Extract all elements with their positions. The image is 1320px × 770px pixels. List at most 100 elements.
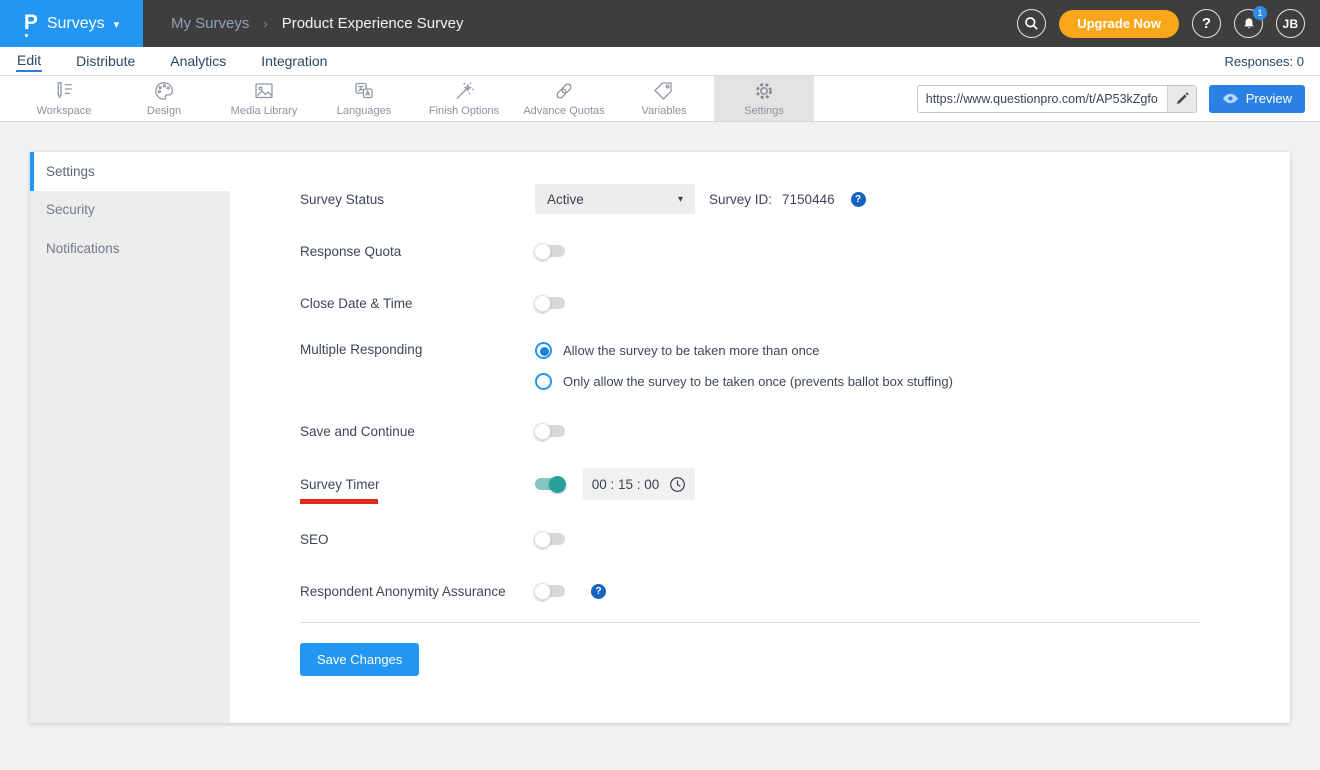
sidebar-item-notifications[interactable]: Notifications <box>30 229 230 268</box>
radio-option-allow-once[interactable]: Only allow the survey to be taken once (… <box>535 373 953 390</box>
save-and-continue-label: Save and Continue <box>300 423 415 439</box>
tab-edit[interactable]: Edit <box>16 50 43 72</box>
response-quota-row: Response Quota <box>300 236 1200 266</box>
toolbar-tab-finish-options[interactable]: Finish Options <box>414 76 514 121</box>
radio-option-label: Only allow the survey to be taken once (… <box>563 374 953 389</box>
survey-id-help-icon[interactable]: ? <box>850 191 866 207</box>
close-date-time-row: Close Date & Time <box>300 288 1200 318</box>
respondent-anonymity-toggle[interactable] <box>534 582 565 600</box>
survey-id-group: Survey ID: 7150446 ? <box>709 191 866 207</box>
radio-option-label: Allow the survey to be taken more than o… <box>563 343 820 358</box>
clock-icon <box>670 476 686 492</box>
response-quota-toggle[interactable] <box>534 242 565 260</box>
toolbar-tab-design[interactable]: Design <box>114 76 214 121</box>
respondent-anonymity-label: Respondent Anonymity Assurance <box>300 583 506 599</box>
tab-analytics[interactable]: Analytics <box>169 51 227 71</box>
toolbar-tab-advance-quotas[interactable]: Advance Quotas <box>514 76 614 121</box>
notification-count-badge: 1 <box>1253 6 1267 20</box>
breadcrumb-separator-icon: › <box>263 16 268 31</box>
toolbar-right: Preview <box>916 76 1305 121</box>
settings-gear-icon <box>756 83 772 99</box>
responses-count: Responses: 0 <box>1224 53 1305 69</box>
toolbar-tab-label: Advance Quotas <box>523 105 605 117</box>
close-date-time-toggle[interactable] <box>534 294 565 312</box>
toolbar-tab-variables[interactable]: Variables <box>614 76 714 121</box>
survey-id-value: 7150446 <box>782 191 835 207</box>
radio-option-allow-multiple[interactable]: Allow the survey to be taken more than o… <box>535 342 953 359</box>
toggle-knob <box>549 475 566 493</box>
toolbar-tab-workspace[interactable]: Workspace <box>14 76 114 121</box>
survey-status-value: Active <box>547 191 584 207</box>
survey-url-input[interactable] <box>917 85 1167 112</box>
chevron-down-icon: ▾ <box>677 193 683 205</box>
survey-timer-toggle[interactable] <box>535 475 566 493</box>
seo-row: SEO <box>300 524 1200 554</box>
chevron-down-icon: ▾ <box>113 19 120 31</box>
help-button[interactable]: ? <box>1192 9 1221 38</box>
survey-timer-label-wrap: Survey Timer <box>300 477 535 504</box>
seo-label: SEO <box>300 531 329 547</box>
toggle-knob <box>534 530 551 548</box>
survey-timer-duration-field[interactable]: 00 : 15 : 00 <box>583 468 695 500</box>
preview-button-label: Preview <box>1245 91 1292 106</box>
save-and-continue-toggle[interactable] <box>534 422 565 440</box>
response-quota-label: Response Quota <box>300 243 402 259</box>
media-library-icon <box>255 83 273 99</box>
sidebar-item-settings[interactable]: Settings <box>30 152 230 191</box>
top-header: P Surveys ▾ My Surveys › Product Experie… <box>0 0 1320 47</box>
edit-toolbar: Workspace Design Media Library Languages… <box>0 76 1320 122</box>
respondent-anonymity-help-icon[interactable]: ? <box>591 583 606 599</box>
product-menu-label: Surveys <box>46 14 105 32</box>
search-button[interactable] <box>1017 9 1047 38</box>
toolbar-tab-label: Media Library <box>230 105 298 117</box>
user-avatar[interactable]: JB <box>1276 9 1305 38</box>
toggle-knob <box>534 422 551 440</box>
page: P Surveys ▾ My Surveys › Product Experie… <box>0 0 1320 770</box>
survey-status-row: Survey Status Active ▾ Survey ID: 715044… <box>300 184 1200 214</box>
toolbar-tab-label: Workspace <box>36 105 92 117</box>
settings-card: Settings Security Notifications Survey S… <box>30 152 1290 723</box>
radio-selected-icon <box>535 342 552 359</box>
multiple-responding-options: Allow the survey to be taken more than o… <box>535 340 953 390</box>
questionpro-logo-icon: P <box>23 10 38 37</box>
breadcrumb-my-surveys[interactable]: My Surveys <box>171 15 249 32</box>
pencil-icon <box>1176 91 1189 104</box>
survey-id-label: Survey ID: <box>709 191 773 207</box>
toggle-knob <box>534 294 551 312</box>
respondent-anonymity-row: Respondent Anonymity Assurance ? <box>300 576 1200 606</box>
multiple-responding-row: Multiple Responding Allow the survey to … <box>300 340 1200 390</box>
tab-distribute[interactable]: Distribute <box>75 51 136 71</box>
upgrade-now-button[interactable]: Upgrade Now <box>1059 9 1179 38</box>
close-date-time-label: Close Date & Time <box>300 295 413 311</box>
question-mark-icon: ? <box>1201 15 1212 32</box>
preview-button[interactable]: Preview <box>1208 84 1305 113</box>
toolbar-tab-media-library[interactable]: Media Library <box>214 76 314 121</box>
eye-icon <box>1222 93 1238 104</box>
workspace-icon <box>57 82 72 99</box>
toolbar-tab-label: Settings <box>744 105 784 117</box>
tab-integration[interactable]: Integration <box>260 51 328 71</box>
save-changes-button[interactable]: Save Changes <box>300 643 420 676</box>
breadcrumb: My Surveys › Product Experience Survey <box>171 15 463 32</box>
toolbar-tab-languages[interactable]: Languages <box>314 76 414 121</box>
search-icon <box>1025 17 1039 30</box>
toolbar-tab-settings[interactable]: Settings <box>714 76 814 121</box>
design-palette-icon <box>155 82 174 100</box>
toggle-knob <box>534 582 551 600</box>
advance-quotas-link-icon <box>556 83 572 99</box>
survey-nav-tabs: Edit Distribute Analytics Integration Re… <box>0 47 1320 76</box>
settings-sidebar: Settings Security Notifications <box>30 152 230 723</box>
edit-url-button[interactable] <box>1166 85 1196 112</box>
languages-icon <box>355 82 373 99</box>
variables-tag-icon <box>654 82 672 100</box>
notifications-button[interactable]: 1 <box>1234 6 1267 38</box>
header-actions: Upgrade Now ? 1 JB <box>1017 6 1305 38</box>
toolbar-tab-label: Design <box>146 105 182 117</box>
save-and-continue-row: Save and Continue <box>300 416 1200 446</box>
product-menu[interactable]: P Surveys ▾ <box>0 0 143 47</box>
settings-content: Survey Status Active ▾ Survey ID: 715044… <box>230 152 1290 723</box>
sidebar-item-security[interactable]: Security <box>30 191 230 230</box>
survey-status-dropdown[interactable]: Active ▾ <box>535 184 695 214</box>
toggle-knob <box>534 242 551 260</box>
seo-toggle[interactable] <box>534 530 565 548</box>
